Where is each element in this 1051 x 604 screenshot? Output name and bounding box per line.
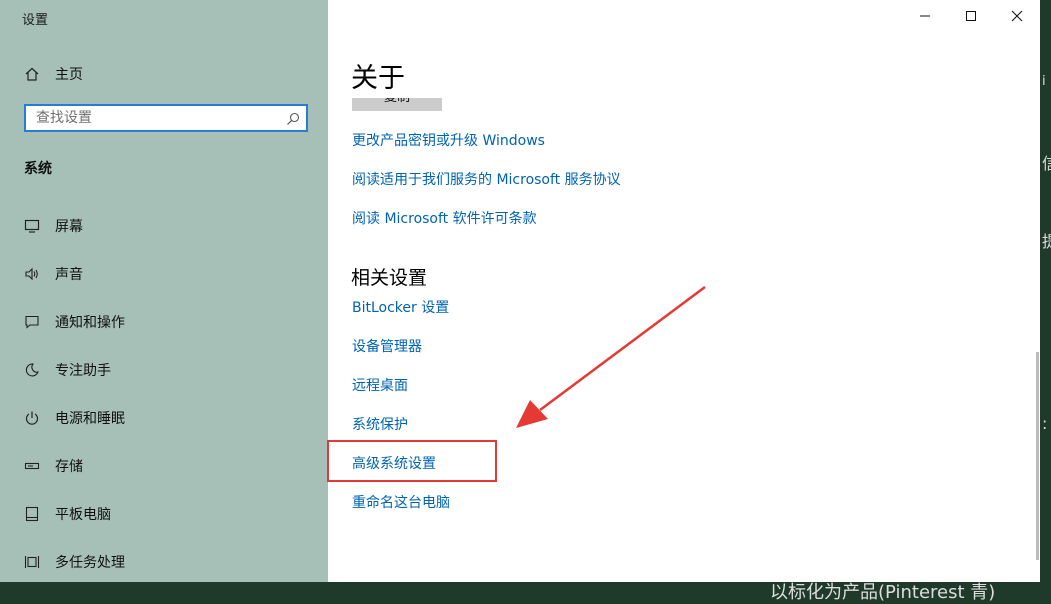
- annotation-arrow: [516, 285, 706, 428]
